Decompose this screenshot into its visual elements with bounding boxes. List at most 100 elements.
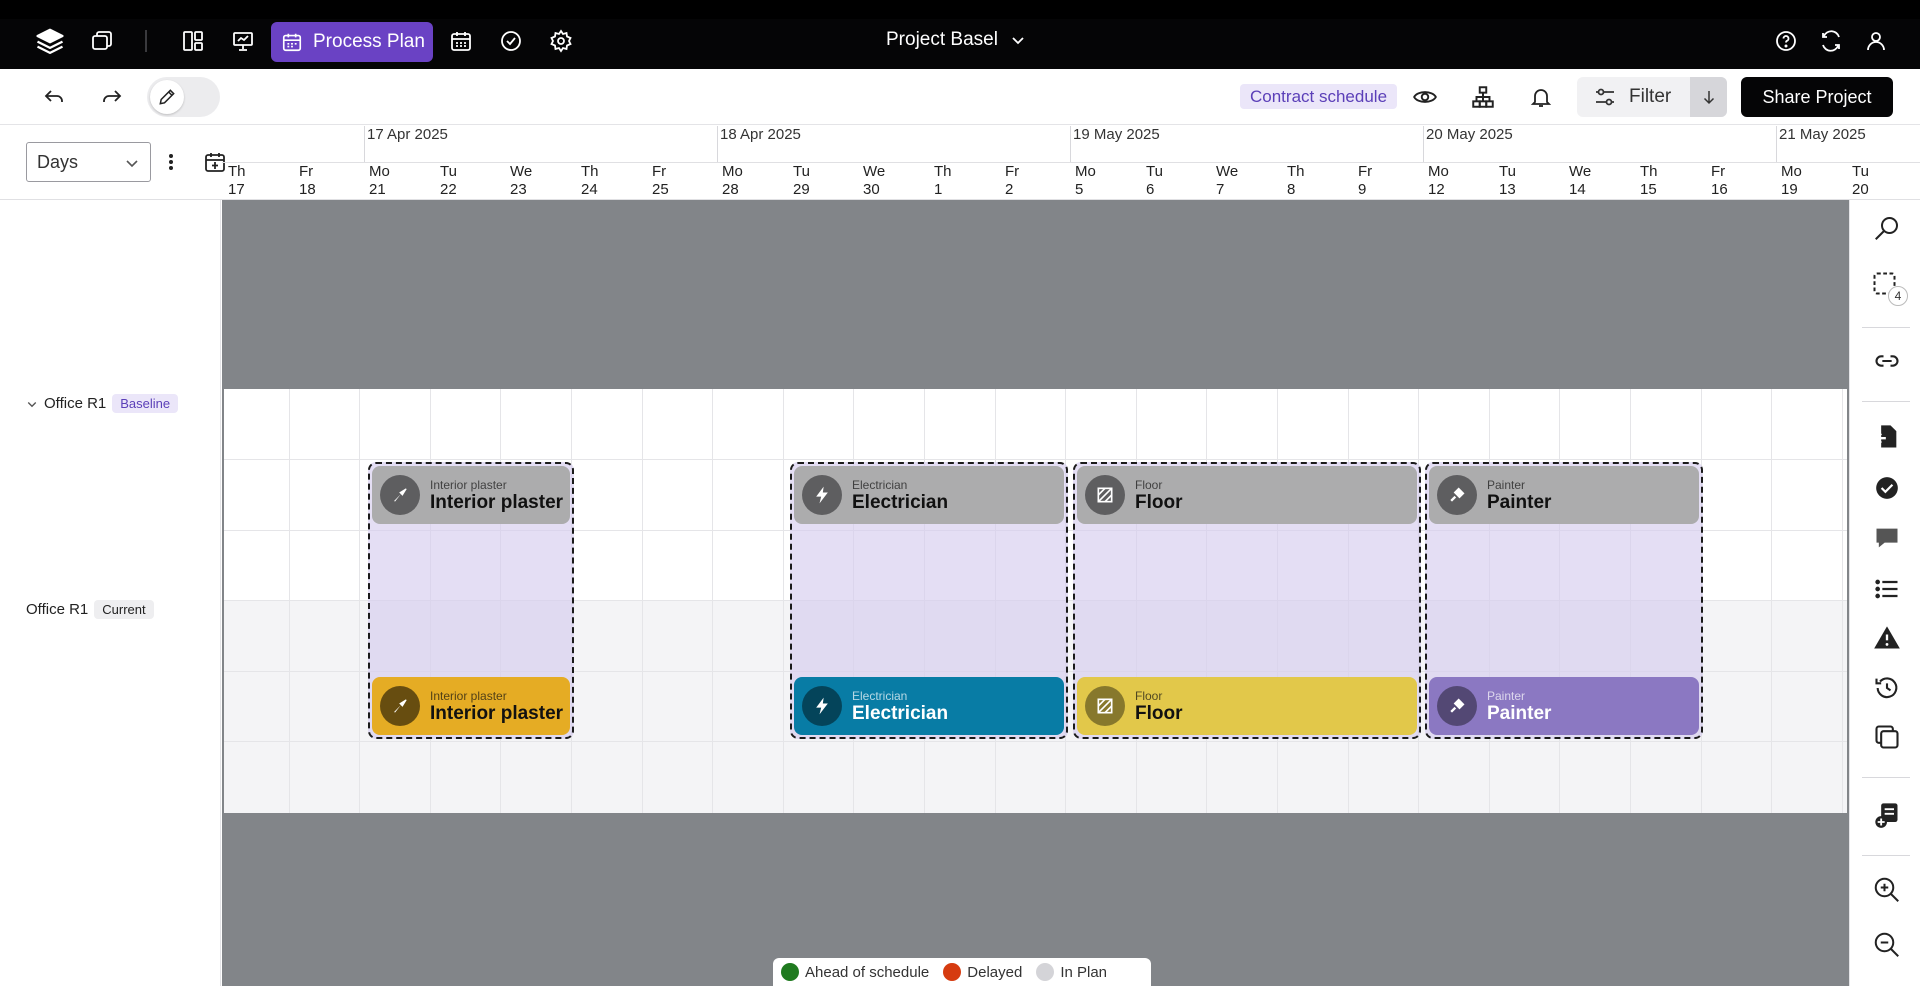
weekday-label: Tu xyxy=(1852,163,1869,180)
day-column-label: Fr 9 xyxy=(1358,163,1372,199)
row-labels-panel xyxy=(0,200,221,986)
process-plan-tab[interactable]: Process Plan xyxy=(271,22,433,62)
weekday-label: Mo xyxy=(1781,163,1802,180)
day-column-label: Mo 28 xyxy=(722,163,743,199)
lightning-icon xyxy=(802,686,842,726)
day-number-label: 16 xyxy=(1711,181,1728,198)
day-column-label: Tu 22 xyxy=(440,163,457,199)
day-number-label: 21 xyxy=(369,181,386,198)
chevron-down-icon[interactable] xyxy=(26,398,38,410)
day-column-label: Fr 16 xyxy=(1711,163,1728,199)
date-label: 19 May 2025 xyxy=(1073,126,1160,143)
settings-gear-icon[interactable] xyxy=(546,26,576,56)
comment-icon[interactable] xyxy=(1870,521,1904,555)
project-switcher[interactable]: Project Basel xyxy=(886,29,1026,51)
weekday-label: Mo xyxy=(722,163,743,180)
task-trade: Interior plaster xyxy=(430,477,507,492)
contract-schedule-badge[interactable]: Contract schedule xyxy=(1240,84,1398,109)
presentation-icon[interactable] xyxy=(228,26,258,56)
link-icon[interactable] xyxy=(1870,344,1904,378)
day-number-label: 1 xyxy=(934,181,943,198)
check-circle-icon[interactable] xyxy=(496,26,526,56)
date-divider xyxy=(1423,126,1424,162)
zoom-out-icon[interactable] xyxy=(1870,928,1904,962)
import-document-icon[interactable] xyxy=(1870,420,1904,454)
user-profile-icon[interactable] xyxy=(1861,26,1891,56)
day-number-label: 19 xyxy=(1781,181,1798,198)
redo-icon[interactable] xyxy=(96,81,128,113)
grid-row-line xyxy=(224,741,1847,742)
baseline-badge: Baseline xyxy=(112,394,179,413)
day-column-label: We 30 xyxy=(863,163,885,199)
list-icon[interactable] xyxy=(1870,572,1904,606)
weekday-label: Fr xyxy=(652,163,667,180)
baseline-task-interior-plaster[interactable]: Interior plaster Interior plaster xyxy=(372,466,570,524)
copy-layers-icon[interactable] xyxy=(1870,720,1904,754)
day-column-label: Fr 25 xyxy=(652,163,669,199)
day-number-label: 5 xyxy=(1075,181,1084,198)
search-icon[interactable] xyxy=(1870,211,1904,245)
weekday-label: We xyxy=(1569,163,1592,180)
current-task-painter[interactable]: Painter Painter xyxy=(1429,677,1699,735)
row-label-baseline[interactable]: Office R1 Baseline xyxy=(26,394,179,413)
weekday-label: Th xyxy=(581,163,599,180)
weekday-label: Fr xyxy=(299,163,314,180)
history-icon[interactable] xyxy=(1870,671,1904,705)
lightning-icon xyxy=(802,475,842,515)
grid-column-line xyxy=(783,389,784,813)
chevron-down-icon xyxy=(1010,32,1026,48)
hierarchy-icon[interactable] xyxy=(1467,81,1499,113)
project-title: Project Basel xyxy=(886,29,998,50)
baseline-task-painter[interactable]: Painter Painter xyxy=(1429,466,1699,524)
task-name: Floor xyxy=(1135,702,1183,724)
filter-button[interactable]: Filter xyxy=(1577,77,1690,117)
weekday-label: Tu xyxy=(793,163,810,180)
current-badge: Current xyxy=(94,600,154,619)
baseline-task-electrician[interactable]: Electrician Electrician xyxy=(794,466,1064,524)
edit-mode-toggle[interactable] xyxy=(147,77,220,117)
current-task-floor[interactable]: Floor Floor xyxy=(1077,677,1417,735)
filter-label: Filter xyxy=(1629,86,1672,107)
day-column-label: Th 15 xyxy=(1640,163,1658,199)
day-column-label: Th 17 xyxy=(228,163,246,199)
zoom-in-icon[interactable] xyxy=(1870,873,1904,907)
notification-bell-icon[interactable] xyxy=(1525,81,1557,113)
dashboard-icon[interactable] xyxy=(178,26,208,56)
weekday-label: We xyxy=(863,163,886,180)
current-task-interior-plaster[interactable]: Interior plaster Interior plaster xyxy=(372,677,570,735)
day-number-label: 14 xyxy=(1569,181,1586,198)
task-name: Electrician xyxy=(852,491,949,513)
day-column-label: Mo 12 xyxy=(1428,163,1449,199)
date-label: 18 Apr 2025 xyxy=(720,126,801,143)
eye-icon[interactable] xyxy=(1409,81,1441,113)
task-trade: Electrician xyxy=(852,688,908,703)
day-column-label: Tu 6 xyxy=(1146,163,1163,199)
more-vertical-icon[interactable] xyxy=(155,146,187,178)
task-trade: Electrician xyxy=(852,477,908,492)
time-scale-value: Days xyxy=(37,151,79,172)
row-label-current[interactable]: Office R1 Current xyxy=(26,600,154,619)
files-icon[interactable] xyxy=(87,26,117,56)
sort-arrow-down-icon[interactable] xyxy=(1690,77,1727,117)
empty-area-top xyxy=(222,200,1849,389)
share-project-button[interactable]: Share Project xyxy=(1741,77,1893,117)
day-number-label: 9 xyxy=(1358,181,1367,198)
row-name: Office R1 xyxy=(44,395,107,412)
current-task-electrician[interactable]: Electrician Electrician xyxy=(794,677,1064,735)
filter-button-group: Filter xyxy=(1577,77,1727,117)
weekday-label: Th xyxy=(1640,163,1658,180)
sync-icon[interactable] xyxy=(1816,26,1846,56)
baseline-task-floor[interactable]: Floor Floor xyxy=(1077,466,1417,524)
legend-item: In Plan xyxy=(1036,963,1107,981)
layers-logo-icon[interactable] xyxy=(35,26,65,56)
add-document-icon[interactable] xyxy=(1870,798,1904,832)
undo-icon[interactable] xyxy=(38,81,70,113)
approve-check-icon[interactable] xyxy=(1870,471,1904,505)
time-scale-select[interactable]: Days xyxy=(26,142,151,182)
chevron-down-icon xyxy=(124,155,140,171)
help-icon[interactable] xyxy=(1771,26,1801,56)
warning-icon[interactable] xyxy=(1870,621,1904,655)
day-column-label: Fr 18 xyxy=(299,163,316,199)
grid-row-line xyxy=(224,459,1847,460)
schedule-calendar-icon[interactable] xyxy=(446,26,476,56)
